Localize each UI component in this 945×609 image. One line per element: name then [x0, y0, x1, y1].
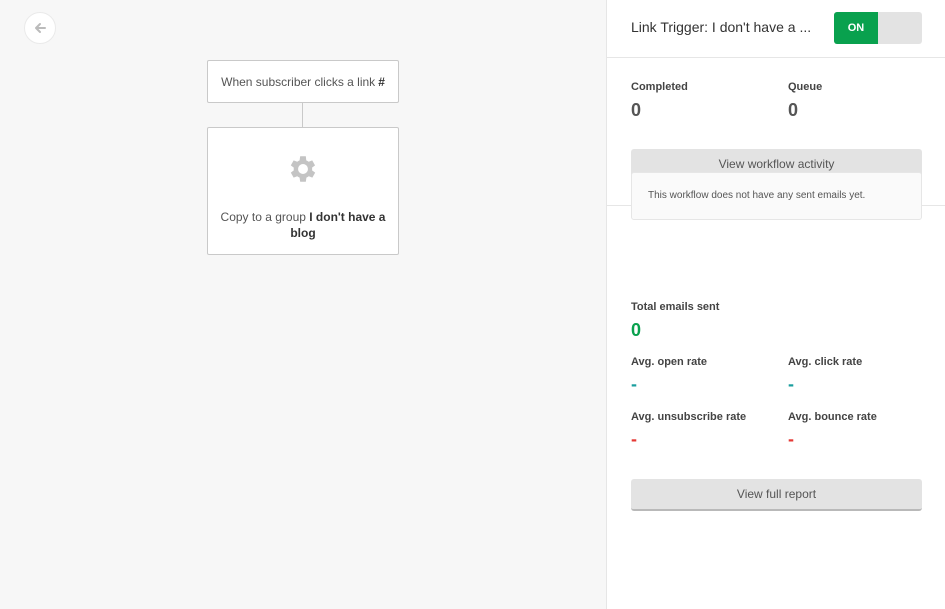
arrow-left-icon	[35, 23, 46, 33]
open-rate-value: -	[631, 374, 637, 394]
panel-header: Link Trigger: I don't have a ... ON	[607, 0, 945, 58]
view-full-report-button[interactable]: View full report	[631, 479, 922, 511]
click-rate-label: Avg. click rate	[788, 356, 863, 368]
back-button[interactable]	[24, 12, 56, 44]
total-sent-label: Total emails sent	[631, 301, 720, 313]
toggle-on-label: ON	[834, 12, 878, 44]
queue-label: Queue	[788, 81, 823, 93]
unsubscribe-rate-value: -	[631, 429, 637, 449]
trigger-link: #	[378, 74, 385, 89]
unsubscribe-rate-label: Avg. unsubscribe rate	[631, 411, 747, 423]
completed-label: Completed	[631, 81, 688, 93]
workflow-toggle[interactable]: ON	[834, 12, 922, 44]
queue-value: 0	[788, 100, 799, 120]
trigger-node[interactable]: When subscriber clicks a link #	[207, 60, 399, 103]
no-emails-notice: This workflow does not have any sent ema…	[631, 172, 922, 220]
connector-line	[302, 103, 303, 127]
open-rate-label: Avg. open rate	[631, 356, 707, 368]
click-rate-value: -	[788, 374, 794, 394]
action-prefix: Copy to a group	[220, 210, 306, 224]
trigger-text: When subscriber clicks a link	[221, 74, 376, 89]
workflow-side-panel: Link Trigger: I don't have a ... ON Comp…	[606, 0, 945, 609]
completed-value: 0	[631, 100, 642, 120]
gear-icon	[290, 156, 316, 182]
bounce-rate-value: -	[788, 429, 794, 449]
bounce-rate-label: Avg. bounce rate	[788, 411, 877, 423]
workflow-canvas: When subscriber clicks a link # Copy to …	[0, 0, 606, 609]
action-description: Copy to a group I don't have a blog	[218, 209, 388, 241]
workflow-title: Link Trigger: I don't have a ...	[631, 19, 812, 35]
total-sent-value: 0	[631, 320, 642, 340]
action-node[interactable]: Copy to a group I don't have a blog	[207, 127, 399, 255]
